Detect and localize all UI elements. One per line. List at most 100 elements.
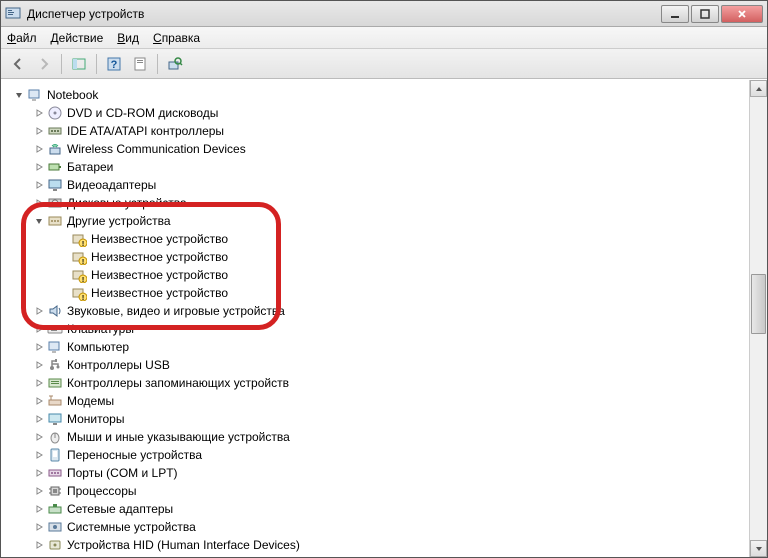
tree-category[interactable]: Wireless Communication Devices: [9, 140, 745, 158]
expand-icon[interactable]: [33, 521, 45, 533]
scroll-down-button[interactable]: [750, 540, 767, 557]
usb-icon: [47, 357, 63, 373]
expand-icon[interactable]: [33, 485, 45, 497]
unknown-icon: !: [71, 249, 87, 265]
tree-category[interactable]: Мониторы: [9, 410, 745, 428]
menu-action[interactable]: Действие: [51, 31, 104, 45]
expand-icon[interactable]: [33, 197, 45, 209]
collapse-icon[interactable]: [33, 215, 45, 227]
back-button[interactable]: [7, 53, 29, 75]
tree-device[interactable]: !Неизвестное устройство: [9, 248, 745, 266]
mouse-icon: [47, 429, 63, 445]
close-button[interactable]: [721, 5, 763, 23]
expand-icon[interactable]: [33, 143, 45, 155]
tree-category[interactable]: Системные устройства: [9, 518, 745, 536]
tree-category[interactable]: Мыши и иные указывающие устройства: [9, 428, 745, 446]
tree-category[interactable]: Порты (COM и LPT): [9, 464, 745, 482]
menu-help[interactable]: Справка: [153, 31, 200, 45]
scroll-track[interactable]: [750, 97, 767, 540]
properties-button[interactable]: [129, 53, 151, 75]
tree-category[interactable]: Дисковые устройства: [9, 194, 745, 212]
minimize-button[interactable]: [661, 5, 689, 23]
svg-text:!: !: [82, 241, 84, 247]
app-icon: [5, 6, 21, 22]
expand-icon[interactable]: [33, 467, 45, 479]
category-label: Видеоадаптеры: [67, 178, 156, 192]
expander-spacer: [57, 269, 69, 281]
expand-icon[interactable]: [33, 503, 45, 515]
computer-icon: [47, 339, 63, 355]
expand-icon[interactable]: [33, 395, 45, 407]
tree-category[interactable]: Переносные устройства: [9, 446, 745, 464]
svg-text:?: ?: [111, 59, 118, 71]
svg-text:!: !: [82, 295, 84, 301]
tree-category[interactable]: Процессоры: [9, 482, 745, 500]
category-label: Батареи: [67, 160, 113, 174]
expand-icon[interactable]: [33, 161, 45, 173]
tree-category[interactable]: Клавиатуры: [9, 320, 745, 338]
category-label: Порты (COM и LPT): [67, 466, 178, 480]
expand-icon[interactable]: [33, 449, 45, 461]
root-label: Notebook: [47, 88, 98, 102]
toolbar: ?: [1, 49, 767, 79]
maximize-button[interactable]: [691, 5, 719, 23]
tree-category[interactable]: Сетевые адаптеры: [9, 500, 745, 518]
category-label: Сетевые адаптеры: [67, 502, 173, 516]
expand-icon[interactable]: [33, 341, 45, 353]
tree-category[interactable]: Контроллеры запоминающих устройств: [9, 374, 745, 392]
menu-file[interactable]: ФайлФайл: [7, 31, 37, 45]
vertical-scrollbar[interactable]: [749, 80, 767, 557]
tree-category[interactable]: Видеоадаптеры: [9, 176, 745, 194]
other-icon: [47, 213, 63, 229]
help-button[interactable]: ?: [103, 53, 125, 75]
display-icon: [47, 177, 63, 193]
scroll-up-button[interactable]: [750, 80, 767, 97]
expand-icon[interactable]: [33, 323, 45, 335]
portable-icon: [47, 447, 63, 463]
tree-category[interactable]: IDE ATA/ATAPI контроллеры: [9, 122, 745, 140]
show-hide-tree-button[interactable]: [68, 53, 90, 75]
category-label: DVD и CD-ROM дисководы: [67, 106, 218, 120]
tree-category[interactable]: Модемы: [9, 392, 745, 410]
expand-icon[interactable]: [33, 305, 45, 317]
collapse-icon[interactable]: [13, 89, 25, 101]
toolbar-separator: [96, 54, 97, 74]
tree-category[interactable]: Звуковые, видео и игровые устройства: [9, 302, 745, 320]
tree-category[interactable]: Устройства HID (Human Interface Devices): [9, 536, 745, 554]
toolbar-separator: [61, 54, 62, 74]
disk-icon: [47, 195, 63, 211]
category-label: IDE ATA/ATAPI контроллеры: [67, 124, 224, 138]
tree-device[interactable]: !Неизвестное устройство: [9, 266, 745, 284]
monitor-icon: [47, 411, 63, 427]
scroll-thumb[interactable]: [751, 274, 766, 334]
device-tree[interactable]: Notebook DVD и CD-ROM дисководы IDE ATA/AT…: [1, 80, 749, 557]
tree-category[interactable]: Батареи: [9, 158, 745, 176]
tree-category[interactable]: Другие устройства: [9, 212, 745, 230]
category-label: Контроллеры запоминающих устройств: [67, 376, 289, 390]
tree-category[interactable]: DVD и CD-ROM дисководы: [9, 104, 745, 122]
device-label: Неизвестное устройство: [91, 286, 228, 300]
menu-view[interactable]: Вид: [117, 31, 139, 45]
expand-icon[interactable]: [33, 107, 45, 119]
tree-root[interactable]: Notebook: [9, 86, 745, 104]
menubar: ФайлФайл Действие Вид Справка: [1, 27, 767, 49]
tree-category[interactable]: Контроллеры USB: [9, 356, 745, 374]
disc-icon: [47, 105, 63, 121]
expand-icon[interactable]: [33, 413, 45, 425]
tree-category[interactable]: Компьютер: [9, 338, 745, 356]
expander-spacer: [57, 287, 69, 299]
tree-device[interactable]: !Неизвестное устройство: [9, 230, 745, 248]
tree-device[interactable]: ! Неизвестное устройство: [9, 284, 745, 302]
scan-hardware-button[interactable]: [164, 53, 186, 75]
expand-icon[interactable]: [33, 377, 45, 389]
network-icon: [47, 501, 63, 517]
expand-icon[interactable]: [33, 539, 45, 551]
expand-icon[interactable]: [33, 359, 45, 371]
titlebar[interactable]: Диспетчер устройств: [1, 1, 767, 27]
forward-button[interactable]: [33, 53, 55, 75]
expand-icon[interactable]: [33, 431, 45, 443]
expand-icon[interactable]: [33, 179, 45, 191]
svg-text:!: !: [82, 277, 84, 283]
modem-icon: [47, 393, 63, 409]
expand-icon[interactable]: [33, 125, 45, 137]
